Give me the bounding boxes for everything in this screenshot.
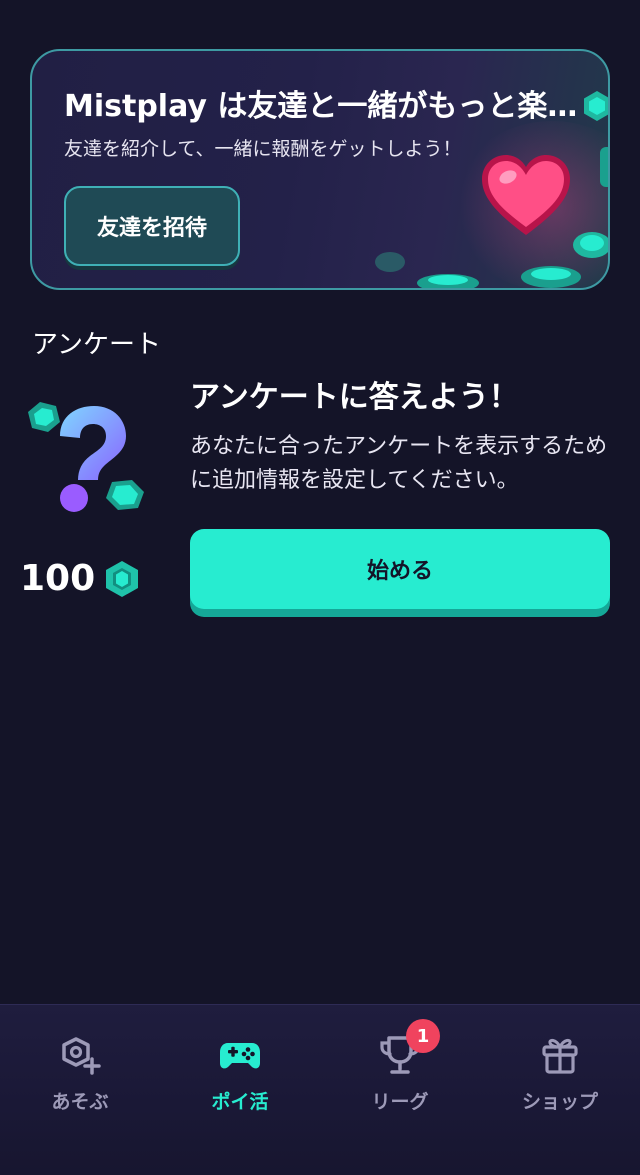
tab-label: あそぶ (51, 1091, 109, 1113)
survey-description: あなたに合ったアンケートを表示するために追加情報を設定してください。 (190, 434, 608, 493)
tab-label: リーグ (371, 1091, 429, 1113)
coin-icon (600, 147, 608, 187)
banner-title: Mistplay は友達と一緒がもっと楽… (64, 89, 578, 124)
controller-icon (220, 1043, 260, 1069)
tab-label: ショップ (521, 1091, 598, 1113)
reward-amount: 100 (20, 558, 96, 599)
notification-badge: 1 (406, 1019, 440, 1053)
tab-league[interactable]: リーグ 1 (320, 1005, 480, 1175)
banner-subtitle: 友達を紹介して、一緒に報酬をゲットしよう！ (64, 138, 462, 160)
tab-label: ポイ活 (211, 1091, 269, 1113)
gamepad-plus-icon (62, 1037, 101, 1075)
coin-icon (521, 266, 581, 288)
survey-heading: アンケートに答えよう！ (190, 380, 519, 415)
tab-shop[interactable]: ショップ (480, 1005, 640, 1175)
heart-icon (482, 155, 570, 235)
invite-friends-button[interactable]: 友達を招待 (64, 186, 240, 266)
coin-icon (417, 274, 479, 288)
coin-icon (584, 91, 608, 121)
tab-rewards[interactable]: ポイ活 (160, 1005, 320, 1175)
invite-banner[interactable]: Mistplay は友達と一緒がもっと楽… 友達を紹介して、一緒に報酬をゲットし… (30, 49, 610, 290)
tab-play[interactable]: あそぶ (0, 1005, 160, 1175)
coin-icon (573, 232, 608, 258)
start-button[interactable]: 始める (190, 529, 610, 609)
gift-icon (542, 1038, 578, 1074)
question-mark-icon (28, 402, 144, 512)
coin-icon (375, 252, 405, 272)
bottom-tab-bar: あそぶ ポイ活 リーグ 1 ショップ (0, 1004, 640, 1175)
coin-icon (106, 560, 139, 597)
reward: 100 (20, 558, 139, 599)
section-title: アンケート (32, 330, 161, 360)
